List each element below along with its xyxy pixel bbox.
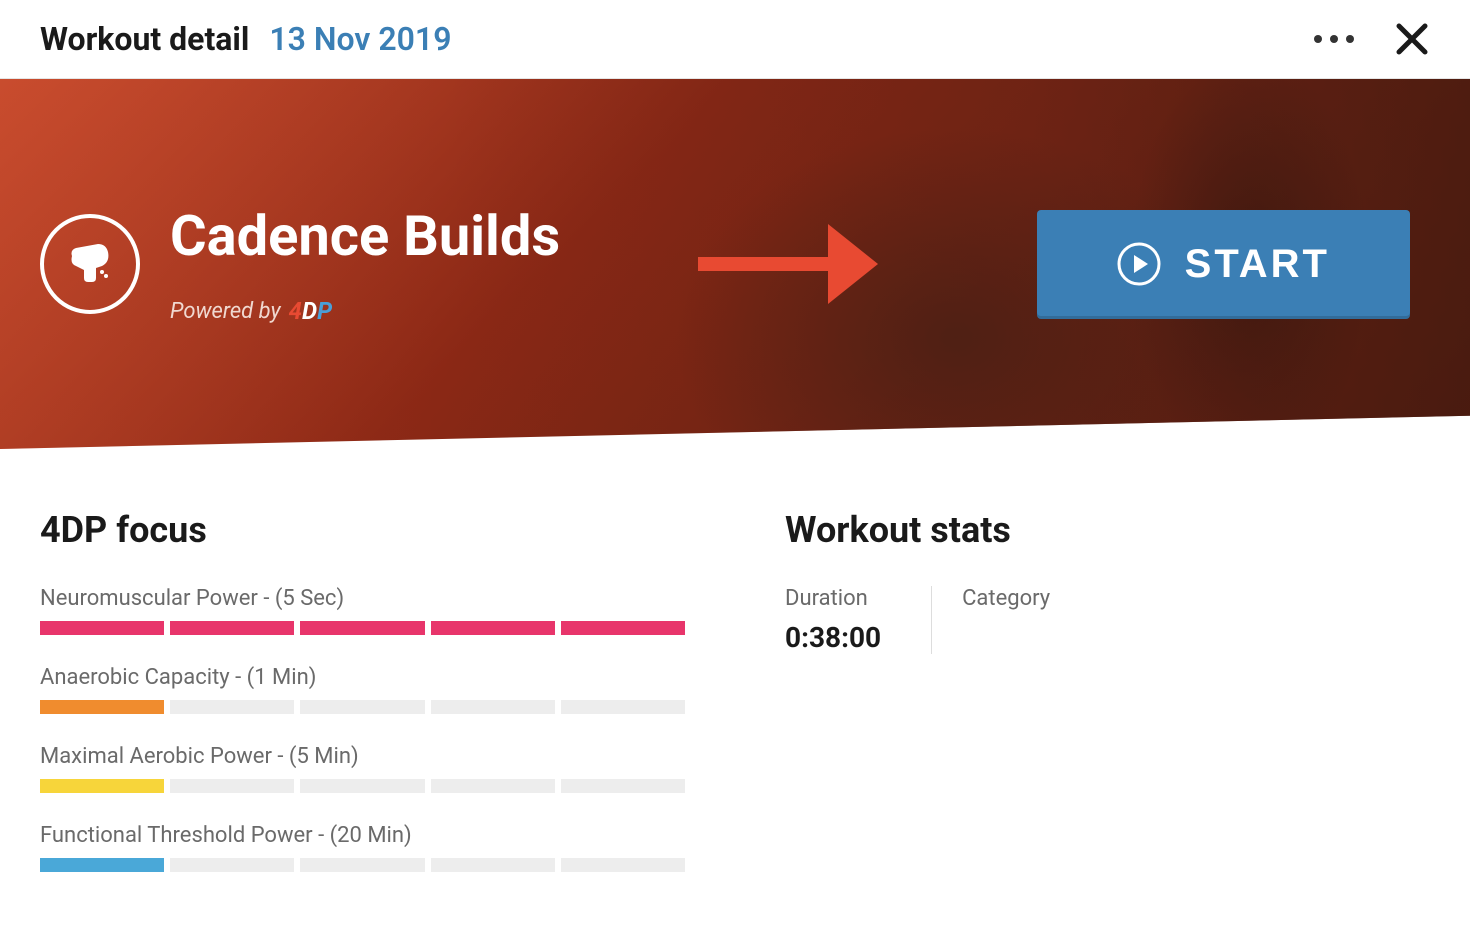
bar-segment xyxy=(561,779,685,793)
stat-value: 0:38:00 xyxy=(785,621,881,654)
focus-item: Functional Threshold Power - (20 Min) xyxy=(40,823,685,872)
start-button-label: START xyxy=(1185,242,1330,287)
bar-segment xyxy=(170,621,294,635)
start-button[interactable]: START xyxy=(1037,210,1410,319)
bar-segment xyxy=(300,621,424,635)
bar-segment xyxy=(40,621,164,635)
bar-segment xyxy=(431,779,555,793)
focus-bar-maximal xyxy=(40,779,685,793)
stats-row: Duration 0:38:00 Category xyxy=(785,586,1430,654)
bar-segment xyxy=(561,700,685,714)
powered-by-label: Powered by xyxy=(170,299,281,324)
focus-item: Anaerobic Capacity - (1 Min) xyxy=(40,665,685,714)
focus-label: Anaerobic Capacity - (1 Min) xyxy=(40,665,685,690)
bar-segment xyxy=(300,779,424,793)
focus-section: 4DP focus Neuromuscular Power - (5 Sec) … xyxy=(40,509,685,902)
bar-segment xyxy=(561,621,685,635)
bar-segment xyxy=(170,858,294,872)
focus-label: Maximal Aerobic Power - (5 Min) xyxy=(40,744,685,769)
bar-segment xyxy=(40,700,164,714)
bar-segment xyxy=(300,700,424,714)
dots-icon xyxy=(1314,35,1322,43)
stat-category: Category xyxy=(962,586,1100,654)
bar-segment xyxy=(170,700,294,714)
bar-segment xyxy=(561,858,685,872)
focus-item: Neuromuscular Power - (5 Sec) xyxy=(40,586,685,635)
content-area: 4DP focus Neuromuscular Power - (5 Sec) … xyxy=(0,449,1470,902)
dots-icon xyxy=(1346,35,1354,43)
fdp-logo: 4DP xyxy=(289,297,333,325)
page-title: Workout detail xyxy=(40,20,249,58)
dots-icon xyxy=(1330,35,1338,43)
workout-title: Cadence Builds xyxy=(170,203,560,269)
stats-title: Workout stats xyxy=(785,509,1430,551)
stat-label: Duration xyxy=(785,586,881,611)
dryer-icon xyxy=(62,236,118,292)
arrow-line-icon xyxy=(698,257,828,271)
bar-segment xyxy=(300,858,424,872)
bar-segment xyxy=(431,621,555,635)
bar-segment xyxy=(431,858,555,872)
focus-title: 4DP focus xyxy=(40,509,685,551)
bar-segment xyxy=(170,779,294,793)
hero-banner: Cadence Builds Powered by 4DP START xyxy=(0,79,1470,449)
focus-label: Functional Threshold Power - (20 Min) xyxy=(40,823,685,848)
more-button[interactable] xyxy=(1314,35,1354,43)
focus-label: Neuromuscular Power - (5 Sec) xyxy=(40,586,685,611)
focus-bar-ftp xyxy=(40,858,685,872)
stat-duration: Duration 0:38:00 xyxy=(785,586,932,654)
header-right xyxy=(1314,21,1430,57)
header-left: Workout detail 13 Nov 2019 xyxy=(40,20,451,58)
arrow-head-icon xyxy=(828,224,878,304)
stats-section: Workout stats Duration 0:38:00 Category xyxy=(785,509,1430,902)
hero-content: Cadence Builds Powered by 4DP START xyxy=(0,79,1470,449)
close-icon xyxy=(1394,21,1430,57)
focus-bar-neuromuscular xyxy=(40,621,685,635)
hero-text: Cadence Builds Powered by 4DP xyxy=(170,203,560,325)
bar-segment xyxy=(431,700,555,714)
focus-item: Maximal Aerobic Power - (5 Min) xyxy=(40,744,685,793)
bar-segment xyxy=(40,858,164,872)
close-button[interactable] xyxy=(1394,21,1430,57)
workout-icon-circle xyxy=(40,214,140,314)
powered-by-line: Powered by 4DP xyxy=(170,297,560,325)
hero-left: Cadence Builds Powered by 4DP xyxy=(40,203,560,325)
stat-label: Category xyxy=(962,586,1050,611)
focus-bar-anaerobic xyxy=(40,700,685,714)
play-icon xyxy=(1117,242,1161,286)
workout-date[interactable]: 13 Nov 2019 xyxy=(269,20,451,58)
header-bar: Workout detail 13 Nov 2019 xyxy=(0,0,1470,79)
arrow-annotation xyxy=(698,224,898,304)
bar-segment xyxy=(40,779,164,793)
